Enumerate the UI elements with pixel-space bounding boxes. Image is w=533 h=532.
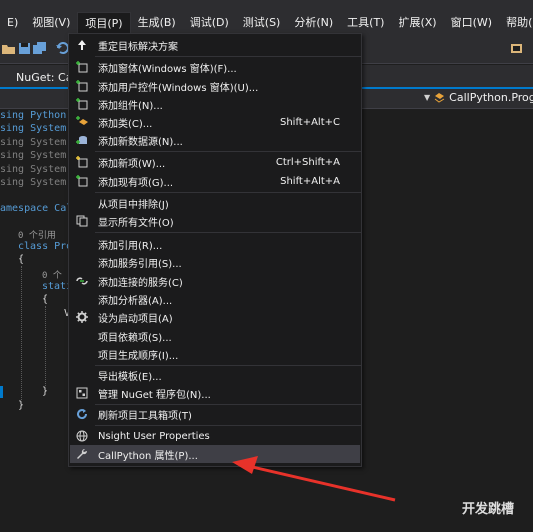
annotation-arrow [232, 456, 396, 502]
watermark: 开发跳槽 [462, 502, 515, 517]
annotation-arrow-head [232, 456, 258, 474]
annotation-arrow-shaft [247, 464, 396, 502]
